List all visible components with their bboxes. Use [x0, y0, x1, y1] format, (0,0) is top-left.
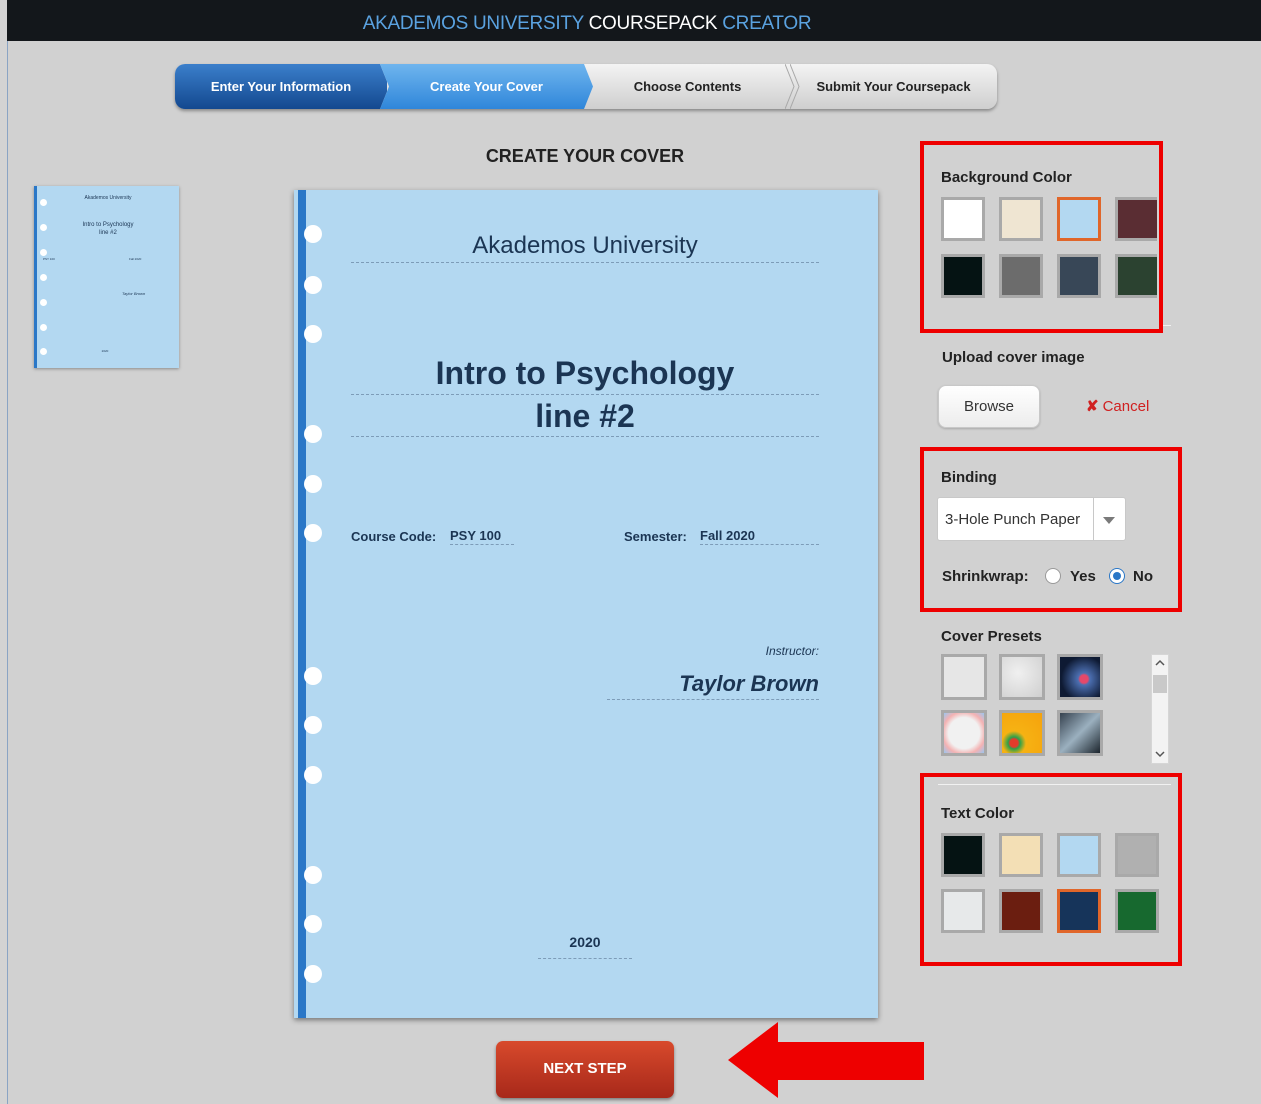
preset-marble-gray[interactable]: [999, 654, 1045, 700]
preset-night-lights[interactable]: [1057, 654, 1103, 700]
header-bar: AKADEMOS UNIVERSITY COURSEPACK CREATOR: [7, 0, 1261, 41]
presets-scrollbar[interactable]: [1151, 654, 1169, 764]
thumb-hole: [40, 249, 47, 256]
step-choose-contents[interactable]: Choose Contents: [585, 64, 790, 109]
annotation-highlight-binding: [920, 447, 1182, 612]
preset-orange-flower[interactable]: [999, 710, 1045, 756]
course-code-label: Course Code:: [351, 529, 437, 544]
upload-cover-label: Upload cover image: [942, 349, 1085, 366]
annotation-highlight-text-color: [920, 773, 1182, 966]
punch-hole: [304, 276, 322, 294]
cover-title-line2-field[interactable]: line #2: [351, 398, 819, 437]
preset-light-gray[interactable]: [941, 654, 987, 700]
punch-hole: [304, 524, 322, 542]
thumb-title-line2: line #2: [99, 230, 117, 236]
thumb-hole: [40, 274, 47, 281]
app-title: AKADEMOS UNIVERSITY COURSEPACK CREATOR: [362, 13, 812, 34]
thumb-title-line1: Intro to Psychology: [82, 222, 134, 228]
cancel-upload-link[interactable]: ✘ Cancel: [1086, 397, 1149, 415]
course-code-field[interactable]: PSY 100: [450, 528, 514, 545]
punch-hole: [304, 866, 322, 884]
thumb-course-code: PSY 100: [43, 257, 55, 261]
thumb-instructor: Taylor Brown: [122, 291, 146, 296]
annotation-highlight-background: [920, 141, 1163, 333]
punch-hole: [304, 965, 322, 983]
divider: [1163, 325, 1171, 326]
page-title: CREATE YOUR COVER: [485, 146, 685, 166]
browse-button[interactable]: Browse: [938, 385, 1040, 428]
cover-title-line1-field[interactable]: Intro to Psychology: [351, 355, 819, 395]
cover-spine: [298, 190, 306, 1018]
punch-hole: [304, 425, 322, 443]
punch-hole: [304, 667, 322, 685]
cover-year-field[interactable]: 2020: [538, 934, 632, 959]
punch-hole: [304, 716, 322, 734]
thumb-hole: [40, 299, 47, 306]
cover-preview: Akademos University Intro to Psychology …: [294, 190, 878, 1018]
instructor-label: Instructor:: [765, 644, 819, 658]
preset-floral-white[interactable]: [941, 710, 987, 756]
cover-university-field[interactable]: Akademos University: [351, 232, 819, 263]
punch-hole: [304, 766, 322, 784]
thumb-hole: [40, 324, 47, 331]
semester-label: Semester:: [624, 529, 687, 544]
cover-thumbnail[interactable]: Akademos University Intro to Psychology …: [34, 186, 179, 368]
semester-field[interactable]: Fall 2020: [700, 528, 819, 545]
cover-presets-label: Cover Presets: [941, 628, 1042, 645]
thumb-year: 2020: [101, 349, 109, 353]
punch-hole: [304, 325, 322, 343]
preset-city-street[interactable]: [1057, 710, 1103, 756]
step-create-cover[interactable]: Create Your Cover: [380, 64, 593, 109]
punch-hole: [304, 915, 322, 933]
thumb-hole: [40, 348, 47, 355]
punch-hole: [304, 475, 322, 493]
close-icon: ✘: [1086, 398, 1099, 415]
red-arrow-icon: [728, 1022, 924, 1098]
step-enter-information[interactable]: Enter Your Information: [175, 64, 387, 109]
thumb-university: Akademos University: [84, 195, 132, 201]
next-step-button[interactable]: NEXT STEP: [496, 1041, 674, 1098]
step-wizard: Enter Your Information Create Your Cover…: [175, 64, 997, 109]
step-submit-coursepack[interactable]: Submit Your Coursepack: [790, 64, 997, 109]
instructor-field[interactable]: Taylor Brown: [607, 671, 819, 700]
thumb-semester: Fall 2020: [129, 257, 142, 261]
punch-hole: [304, 225, 322, 243]
